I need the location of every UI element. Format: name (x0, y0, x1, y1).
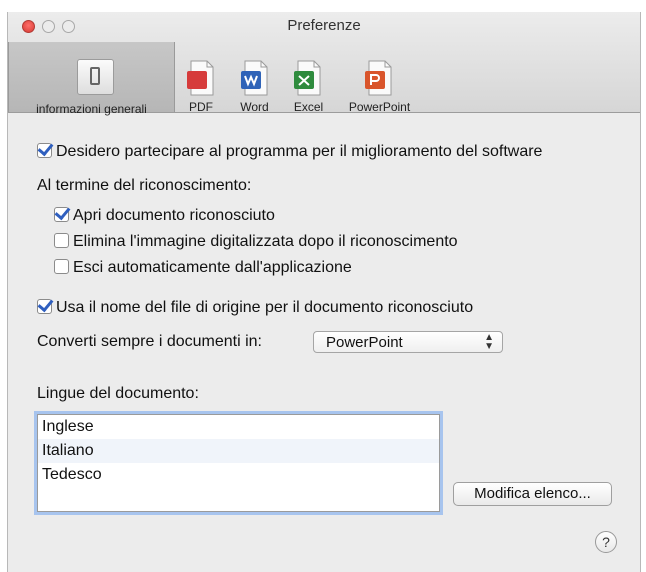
improvement-program-label: Desidero partecipare al programma per il… (56, 143, 543, 160)
open-document-checkbox[interactable] (54, 207, 69, 222)
tab-general[interactable]: informazioni generali (8, 42, 175, 116)
convert-format-label: Converti sempre i documenti in: (37, 333, 262, 350)
edit-list-button[interactable]: Modifica elenco... (453, 482, 612, 506)
after-recognition-heading: Al termine del riconoscimento: (37, 177, 252, 194)
use-filename-option[interactable]: Usa il nome del file di origine per il d… (37, 299, 473, 317)
quit-app-label: Esci automaticamente dall'applicazione (73, 259, 352, 276)
title-bar: Preferenze informazioni generali PDF Wor… (8, 12, 640, 116)
tab-powerpoint-label: PowerPoint (348, 100, 411, 114)
help-button[interactable]: ? (595, 531, 617, 553)
document-languages-label: Lingue del documento: (37, 385, 199, 402)
tab-word[interactable]: Word (227, 42, 282, 114)
list-item[interactable]: Inglese (38, 415, 439, 439)
improvement-program-checkbox[interactable] (37, 143, 52, 158)
list-item[interactable]: Tedesco (38, 463, 439, 487)
general-panel: Desidero partecipare al programma per il… (8, 113, 640, 572)
delete-image-option[interactable]: Elimina l'immagine digitalizzata dopo il… (54, 233, 458, 251)
quit-app-option[interactable]: Esci automaticamente dall'applicazione (54, 259, 352, 277)
list-item[interactable]: Italiano (38, 439, 439, 463)
tab-pdf[interactable]: PDF (175, 42, 227, 114)
use-filename-label: Usa il nome del file di origine per il d… (56, 299, 474, 316)
convert-format-select[interactable]: PowerPoint ▲ ▼ (313, 331, 503, 353)
tab-excel[interactable]: Excel (282, 42, 335, 114)
word-document-icon (241, 60, 268, 96)
tab-powerpoint[interactable]: PowerPoint (335, 42, 424, 114)
open-document-label: Apri documento riconosciuto (73, 207, 275, 224)
open-document-option[interactable]: Apri documento riconosciuto (54, 207, 275, 225)
powerpoint-document-icon (365, 60, 392, 96)
delete-image-checkbox[interactable] (54, 233, 69, 248)
improvement-program-option[interactable]: Desidero partecipare al programma per il… (37, 143, 542, 161)
tab-pdf-label: PDF (189, 100, 213, 114)
quit-app-checkbox[interactable] (54, 259, 69, 274)
up-down-arrows-icon: ▲ ▼ (484, 332, 494, 352)
convert-format-value: PowerPoint (326, 334, 403, 351)
delete-image-label: Elimina l'immagine digitalizzata dopo il… (73, 233, 458, 250)
window-title: Preferenze (287, 17, 361, 34)
pdf-document-icon (187, 60, 214, 96)
preferences-window: Preferenze informazioni generali PDF Wor… (7, 12, 641, 572)
document-languages-list[interactable]: Inglese Italiano Tedesco (37, 414, 440, 512)
use-filename-checkbox[interactable] (37, 299, 52, 314)
tab-excel-label: Excel (293, 100, 324, 114)
tab-word-label: Word (240, 100, 269, 114)
general-settings-icon (77, 59, 114, 95)
excel-document-icon (294, 60, 321, 96)
